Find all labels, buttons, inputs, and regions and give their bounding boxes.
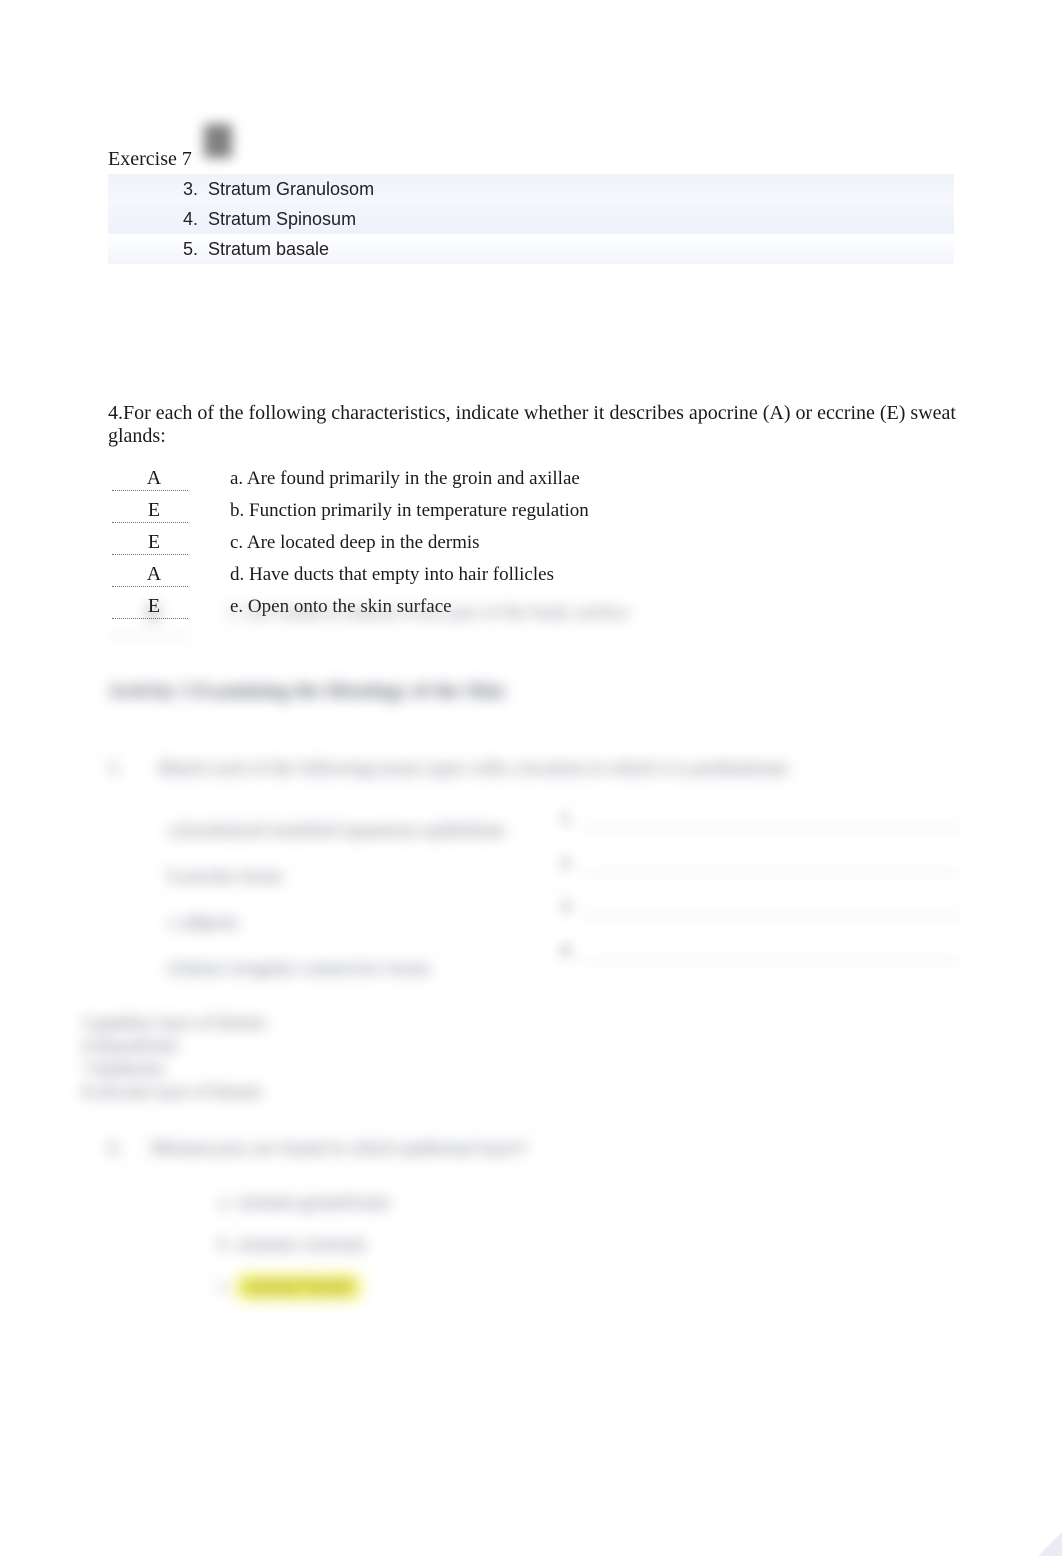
- header-thumb-blur: [204, 124, 232, 158]
- list-label: Stratum Spinosum: [208, 209, 356, 230]
- section-title-blurred: Activity 3 Examining the Histology of th…: [108, 680, 628, 706]
- answer-cell: A: [108, 563, 200, 586]
- page-corner-fold-icon: [1038, 1532, 1062, 1556]
- question-4-row-f-blurred: E f. Are found in almost every part of t…: [108, 602, 968, 636]
- question-4: 4.For each of the following characterist…: [108, 402, 1008, 618]
- question-line: 6. Melanocytes are found in which epider…: [108, 1138, 808, 1160]
- question-4-intro: 4.For each of the following characterist…: [108, 402, 1008, 448]
- option-list: a. stratum granulosum b. stratum corneum…: [212, 1182, 808, 1308]
- option-label: stratum corneum: [238, 1234, 366, 1256]
- answer-line: 5.papillary layer of Dermis: [82, 1012, 342, 1035]
- blank-line: 1.: [560, 800, 966, 844]
- answer-key-blurred: 5.papillary layer of Dermis 6.Hypodermis…: [82, 1012, 342, 1104]
- question-prompt: Melanocytes are found in which epidermal…: [151, 1138, 528, 1159]
- ordered-list-strata: 3. Stratum Granulosom 4. Stratum Spinosu…: [108, 174, 954, 264]
- question-number: 6.: [108, 1138, 122, 1159]
- question-number: 5.: [108, 758, 154, 780]
- list-item: 3. Stratum Granulosom: [108, 174, 954, 204]
- list-marker: 5.: [170, 239, 198, 260]
- list-label: Stratum Granulosom: [208, 179, 374, 200]
- table-row: E c. Are located deep in the dermis: [108, 522, 1008, 554]
- list-marker: 3.: [170, 179, 198, 200]
- answer-blanks-blurred: 1. 2. 3. 4.: [560, 800, 966, 976]
- blank-line: 4.: [560, 932, 966, 976]
- page-title: Exercise 7: [108, 148, 192, 170]
- desc-cell-blurred: f. Are found in almost every part of the…: [200, 602, 629, 636]
- option-marker: c.: [212, 1276, 238, 1298]
- blank-line: 3.: [560, 888, 966, 932]
- table-row: A d. Have ducts that empty into hair fol…: [108, 554, 1008, 586]
- option: a. stratum granulosum: [212, 1182, 808, 1224]
- answer-cell: E: [108, 531, 200, 554]
- answer-line: 7.Epidermis: [82, 1058, 342, 1081]
- page-header: Exercise 7: [108, 148, 192, 171]
- option-marker: a.: [212, 1192, 238, 1214]
- option-label: stratum granulosum: [238, 1192, 389, 1214]
- list-marker: 4.: [170, 209, 198, 230]
- desc-cell: b. Function primarily in temperature reg…: [200, 500, 589, 522]
- question-prompt: Match each of the following tissue types…: [158, 758, 788, 780]
- answer-line: 8.reticular layer of Dermis: [82, 1081, 342, 1104]
- list-label: Stratum basale: [208, 239, 329, 260]
- desc-cell: c. Are located deep in the dermis: [200, 532, 480, 554]
- list-item: 4. Stratum Spinosum: [108, 204, 954, 234]
- answer-cell: E: [108, 602, 200, 636]
- option-label-highlighted: stratum basale: [238, 1276, 359, 1298]
- document-page: Exercise 7 3. Stratum Granulosom 4. Stra…: [0, 0, 1062, 1556]
- blank-line: 2.: [560, 844, 966, 888]
- answer-line: 6.Hypodermis: [82, 1035, 342, 1058]
- option-marker: b.: [212, 1234, 238, 1256]
- list-item: 5. Stratum basale: [108, 234, 954, 264]
- option: b. stratum corneum: [212, 1224, 808, 1266]
- table-row: A a. Are found primarily in the groin an…: [108, 458, 1008, 490]
- answer-cell: A: [108, 467, 200, 490]
- question-6-blurred: 6. Melanocytes are found in which epider…: [108, 1138, 808, 1308]
- table-row: E b. Function primarily in temperature r…: [108, 490, 1008, 522]
- option: c. stratum basale: [212, 1266, 808, 1308]
- answer-cell: E: [108, 499, 200, 522]
- desc-cell: a. Are found primarily in the groin and …: [200, 468, 580, 490]
- desc-cell: d. Have ducts that empty into hair folli…: [200, 564, 554, 586]
